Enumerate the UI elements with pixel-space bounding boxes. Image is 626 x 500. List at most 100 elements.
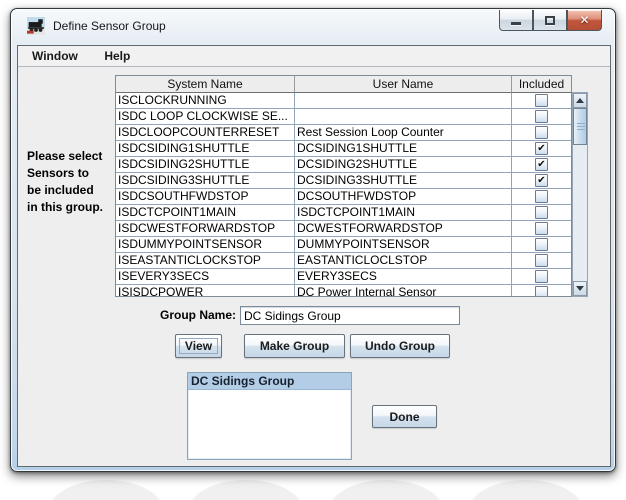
user-name-cell[interactable]: DCSIDING1SHUTTLE: [295, 141, 512, 157]
background-circle: [328, 480, 444, 500]
content-pane: Please select Sensors to be included in …: [18, 67, 610, 466]
table-row[interactable]: ISDCSIDING3SHUTTLE DCSIDING3SHUTTLE ✔: [116, 173, 571, 189]
background-circle: [468, 480, 584, 500]
system-name-cell[interactable]: ISDCLOOPCOUNTERRESET: [116, 125, 295, 141]
menu-help[interactable]: Help: [96, 46, 138, 63]
included-checkbox[interactable]: [535, 254, 548, 267]
column-header-system-name[interactable]: System Name: [116, 76, 295, 93]
user-name-cell[interactable]: EASTANTICLOCLSTOP: [295, 253, 512, 269]
included-cell: [512, 205, 571, 221]
table-row[interactable]: ISISDCPOWER DC Power Internal Sensor: [116, 285, 571, 296]
table-row[interactable]: ISDCWESTFORWARDSTOP DCWESTFORWARDSTOP: [116, 221, 571, 237]
system-name-cell[interactable]: ISDCSOUTHFWDSTOP: [116, 189, 295, 205]
included-checkbox[interactable]: [535, 110, 548, 123]
instruction-line: be included: [27, 183, 94, 197]
included-checkbox[interactable]: [535, 190, 548, 203]
scroll-down-button[interactable]: [573, 281, 587, 296]
user-name-cell[interactable]: Rest Session Loop Counter: [295, 125, 512, 141]
system-name-cell[interactable]: ISCLOCKRUNNING: [116, 93, 295, 109]
system-name-cell[interactable]: ISDCSIDING1SHUTTLE: [116, 141, 295, 157]
table-row[interactable]: ISCLOCKRUNNING: [116, 93, 571, 109]
column-header-included[interactable]: Included: [512, 76, 571, 93]
included-cell: ✔: [512, 173, 571, 189]
included-checkbox[interactable]: [535, 270, 548, 283]
table-row[interactable]: ISDCSOUTHFWDSTOP DCSOUTHFWDSTOP: [116, 189, 571, 205]
minimize-button[interactable]: [499, 10, 533, 31]
table-body: ISCLOCKRUNNING ISDC LOOP CLOCKWISE SE... I…: [116, 93, 571, 296]
make-group-button[interactable]: Make Group: [244, 334, 345, 358]
included-checkbox[interactable]: [535, 126, 548, 139]
table-row[interactable]: ISDCSIDING1SHUTTLE DCSIDING1SHUTTLE ✔: [116, 141, 571, 157]
included-checkbox[interactable]: [535, 94, 548, 107]
table-row[interactable]: ISEVERY3SECS EVERY3SECS: [116, 269, 571, 285]
user-name-cell[interactable]: [295, 93, 512, 109]
user-name-cell[interactable]: DCSIDING3SHUTTLE: [295, 173, 512, 189]
undo-group-button[interactable]: Undo Group: [350, 334, 450, 358]
included-checkbox[interactable]: ✔: [535, 158, 548, 171]
included-checkbox[interactable]: [535, 238, 548, 251]
system-name-cell[interactable]: ISDUMMYPOINTSENSOR: [116, 237, 295, 253]
included-checkbox[interactable]: ✔: [535, 142, 548, 155]
table-row[interactable]: ISDUMMYPOINTSENSOR DUMMYPOINTSENSOR: [116, 237, 571, 253]
included-cell: [512, 237, 571, 253]
user-name-cell[interactable]: DCWESTFORWARDSTOP: [295, 221, 512, 237]
group-name-input[interactable]: [240, 306, 460, 325]
background-circle: [48, 480, 164, 500]
group-name-label: Group Name:: [159, 308, 236, 322]
table-row[interactable]: ISDC LOOP CLOCKWISE SE...: [116, 109, 571, 125]
included-checkbox[interactable]: [535, 222, 548, 235]
table-row[interactable]: ISDCSIDING2SHUTTLE DCSIDING2SHUTTLE ✔: [116, 157, 571, 173]
user-name-cell[interactable]: DCSOUTHFWDSTOP: [295, 189, 512, 205]
user-name-cell[interactable]: DC Power Internal Sensor: [295, 285, 512, 296]
system-name-cell[interactable]: ISDCTCPOINT1MAIN: [116, 205, 295, 221]
close-button[interactable]: ✕: [567, 10, 602, 31]
table-row[interactable]: ISDCLOOPCOUNTERRESET Rest Session Loop Co…: [116, 125, 571, 141]
included-cell: [512, 93, 571, 109]
included-checkbox[interactable]: [535, 286, 548, 296]
user-name-cell[interactable]: [295, 109, 512, 125]
done-button[interactable]: Done: [372, 405, 437, 428]
table-row[interactable]: ISEASTANTICLOCKSTOP EASTANTICLOCLSTOP: [116, 253, 571, 269]
included-checkbox[interactable]: [535, 206, 548, 219]
table-header: System Name User Name Included: [116, 76, 571, 93]
scroll-up-button[interactable]: [573, 93, 587, 108]
window-client-area: Window Help Please select Sensors to be …: [17, 45, 611, 467]
table-vertical-scrollbar[interactable]: [572, 92, 588, 297]
title-bar[interactable]: Define Sensor Group ✕: [11, 9, 615, 45]
maximize-button[interactable]: [533, 10, 567, 31]
user-name-cell[interactable]: DUMMYPOINTSENSOR: [295, 237, 512, 253]
group-list-item[interactable]: DC Sidings Group: [188, 373, 351, 390]
instruction-line: Please select: [27, 149, 103, 163]
instruction-line: Sensors to: [27, 166, 90, 180]
define-sensor-group-window: Define Sensor Group ✕ Window Help Please…: [10, 8, 616, 472]
included-checkbox[interactable]: ✔: [535, 174, 548, 187]
menu-window[interactable]: Window: [24, 46, 86, 63]
included-cell: ✔: [512, 141, 571, 157]
scrollbar-thumb[interactable]: [573, 108, 587, 145]
included-cell: [512, 269, 571, 285]
system-name-cell[interactable]: ISDC LOOP CLOCKWISE SE...: [116, 109, 295, 125]
system-name-cell[interactable]: ISISDCPOWER: [116, 285, 295, 296]
included-cell: ✔: [512, 157, 571, 173]
view-button[interactable]: View: [175, 334, 222, 358]
included-cell: [512, 189, 571, 205]
included-cell: [512, 285, 571, 296]
system-name-cell[interactable]: ISDCSIDING3SHUTTLE: [116, 173, 295, 189]
included-cell: [512, 125, 571, 141]
minimize-icon: [511, 21, 521, 25]
arrow-up-icon: [576, 98, 584, 103]
group-list[interactable]: DC Sidings Group: [187, 372, 352, 460]
system-name-cell[interactable]: ISDCWESTFORWARDSTOP: [116, 221, 295, 237]
column-header-user-name[interactable]: User Name: [295, 76, 512, 93]
system-name-cell[interactable]: ISEVERY3SECS: [116, 269, 295, 285]
jmri-train-icon: [27, 17, 45, 35]
instruction-line: in this group.: [27, 200, 103, 214]
system-name-cell[interactable]: ISDCSIDING2SHUTTLE: [116, 157, 295, 173]
caption-buttons: ✕: [499, 10, 602, 31]
table-row[interactable]: ISDCTCPOINT1MAIN ISDCTCPOINT1MAIN: [116, 205, 571, 221]
user-name-cell[interactable]: EVERY3SECS: [295, 269, 512, 285]
user-name-cell[interactable]: ISDCTCPOINT1MAIN: [295, 205, 512, 221]
system-name-cell[interactable]: ISEASTANTICLOCKSTOP: [116, 253, 295, 269]
user-name-cell[interactable]: DCSIDING2SHUTTLE: [295, 157, 512, 173]
close-icon: ✕: [579, 13, 590, 27]
